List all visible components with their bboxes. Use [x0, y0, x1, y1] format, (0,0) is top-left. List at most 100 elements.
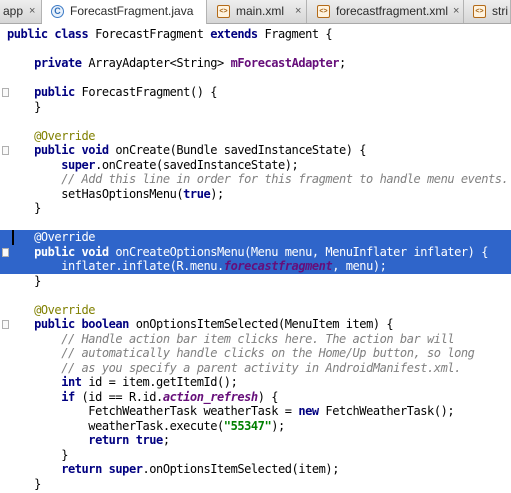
code-line[interactable]: }: [0, 100, 511, 115]
xml-file-icon: <>: [217, 5, 230, 18]
fold-marker-icon[interactable]: [2, 320, 9, 329]
fold-marker-icon[interactable]: [2, 88, 9, 97]
code-line[interactable]: @Override: [0, 129, 511, 144]
code-token: ) {: [257, 389, 279, 404]
code-line[interactable]: return true;: [0, 433, 511, 448]
code-token: // Add this line in order for this fragm…: [61, 172, 509, 186]
xml-file-icon: <>: [473, 5, 486, 18]
code-token: public void: [34, 244, 116, 259]
code-line[interactable]: if (id == R.id.action_refresh) {: [0, 390, 511, 405]
code-editor[interactable]: public class ForecastFragment extends Fr…: [0, 24, 511, 493]
code-line[interactable]: }: [0, 477, 511, 492]
editor-tab-bar: app×CForecastFragment.java×<>main.xml×<>…: [0, 0, 511, 24]
code-token: extends: [210, 27, 265, 41]
code-line[interactable]: // automatically handle clicks on the Ho…: [0, 346, 511, 361]
code-line[interactable]: public void onCreate(Bundle savedInstanc…: [0, 143, 511, 158]
code-token: "55347": [223, 418, 272, 433]
code-line[interactable]: int id = item.getItemId();: [0, 375, 511, 390]
code-token: return super: [61, 462, 143, 476]
code-token: forecastfragment: [223, 259, 333, 273]
code-line[interactable]: // Handle action bar item clicks here. T…: [0, 332, 511, 347]
code-token: // Handle action bar item clicks here. T…: [61, 331, 455, 346]
code-token: FetchWeatherTask weatherTask =: [7, 404, 299, 418]
code-line[interactable]: return super.onOptionsItemSelected(item)…: [0, 462, 511, 477]
code-token: FetchWeatherTask();: [325, 404, 455, 418]
code-token: }: [7, 201, 41, 215]
code-token: new: [298, 404, 326, 418]
text-caret: [12, 230, 14, 245]
selected-code-line[interactable]: @Override: [0, 230, 511, 245]
code-line[interactable]: }: [0, 274, 511, 289]
code-token: true: [183, 186, 211, 201]
code-token: (id == R.id.: [81, 389, 164, 404]
code-token: if: [61, 389, 82, 404]
code-token: Fragment {: [264, 27, 333, 41]
code-line[interactable]: weatherTask.execute("55347");: [0, 419, 511, 434]
tab-label: stri: [492, 4, 508, 18]
code-token: ArrayAdapter<String>: [88, 56, 231, 70]
tab-app[interactable]: app ×: [0, 0, 42, 23]
code-token: }: [7, 476, 41, 491]
code-token: id = item.getItemId();: [88, 375, 238, 389]
tab-label: app: [3, 4, 24, 18]
code-line[interactable]: super.onCreate(savedInstanceState);: [0, 158, 511, 173]
code-token: .onCreate(savedInstanceState);: [95, 157, 299, 172]
code-line[interactable]: [0, 288, 511, 303]
selected-code-line[interactable]: inflater.inflate(R.menu.forecastfragment…: [0, 259, 511, 274]
code-token: ;: [162, 433, 170, 447]
code-line[interactable]: public ForecastFragment() {: [0, 85, 511, 100]
code-token: public void: [34, 143, 116, 157]
code-line[interactable]: private ArrayAdapter<String> mForecastAd…: [0, 56, 511, 71]
code-line[interactable]: @Override: [0, 303, 511, 318]
code-token: }: [7, 447, 68, 462]
code-line[interactable]: }: [0, 201, 511, 216]
code-line[interactable]: [0, 71, 511, 86]
code-token: @Override: [34, 128, 96, 143]
code-line[interactable]: [0, 114, 511, 129]
code-token: onCreate(Bundle savedInstanceState) {: [115, 143, 367, 157]
close-tab-icon[interactable]: ×: [453, 0, 459, 23]
code-line[interactable]: [0, 216, 511, 231]
code-token: ForecastFragment: [95, 27, 211, 41]
fold-marker-icon[interactable]: [2, 146, 9, 155]
code-line[interactable]: FetchWeatherTask weatherTask = new Fetch…: [0, 404, 511, 419]
code-token: );: [210, 186, 224, 201]
close-tab-icon[interactable]: ×: [29, 0, 35, 23]
code-token: super: [61, 157, 96, 172]
code-token: }: [7, 273, 41, 288]
code-token: public boolean: [34, 317, 136, 331]
code-line[interactable]: [0, 42, 511, 57]
close-tab-icon[interactable]: ×: [295, 0, 301, 23]
tab-label: ForecastFragment.java: [70, 4, 194, 18]
xml-file-icon: <>: [317, 5, 330, 18]
tab-stri[interactable]: <> stri: [464, 0, 511, 23]
code-token: setHasOptionsMenu(: [7, 186, 184, 201]
code-line[interactable]: setHasOptionsMenu(true);: [0, 187, 511, 202]
tab-main-xml[interactable]: <> main.xml ×: [207, 0, 307, 23]
code-line[interactable]: // as you specify a parent activity in A…: [0, 361, 511, 376]
code-token: @Override: [34, 302, 96, 317]
code-line[interactable]: // Add this line in order for this fragm…: [0, 172, 511, 187]
tab-forecastfragment-java[interactable]: CForecastFragment.java×: [42, 0, 207, 24]
code-line[interactable]: }: [0, 448, 511, 463]
tab-forecastfragment-xml[interactable]: <> forecastfragment.xml ×: [307, 0, 464, 23]
tab-label: main.xml: [236, 4, 285, 18]
selected-code-line[interactable]: public void onCreateOptionsMenu(Menu men…: [0, 244, 511, 260]
tab-label: forecastfragment.xml: [336, 4, 449, 18]
code-token: // as you specify a parent activity in A…: [61, 360, 461, 375]
code-line[interactable]: public boolean onOptionsItemSelected(Men…: [0, 317, 511, 332]
fold-marker-icon[interactable]: [2, 247, 9, 257]
code-line[interactable]: public class ForecastFragment extends Fr…: [0, 27, 511, 42]
